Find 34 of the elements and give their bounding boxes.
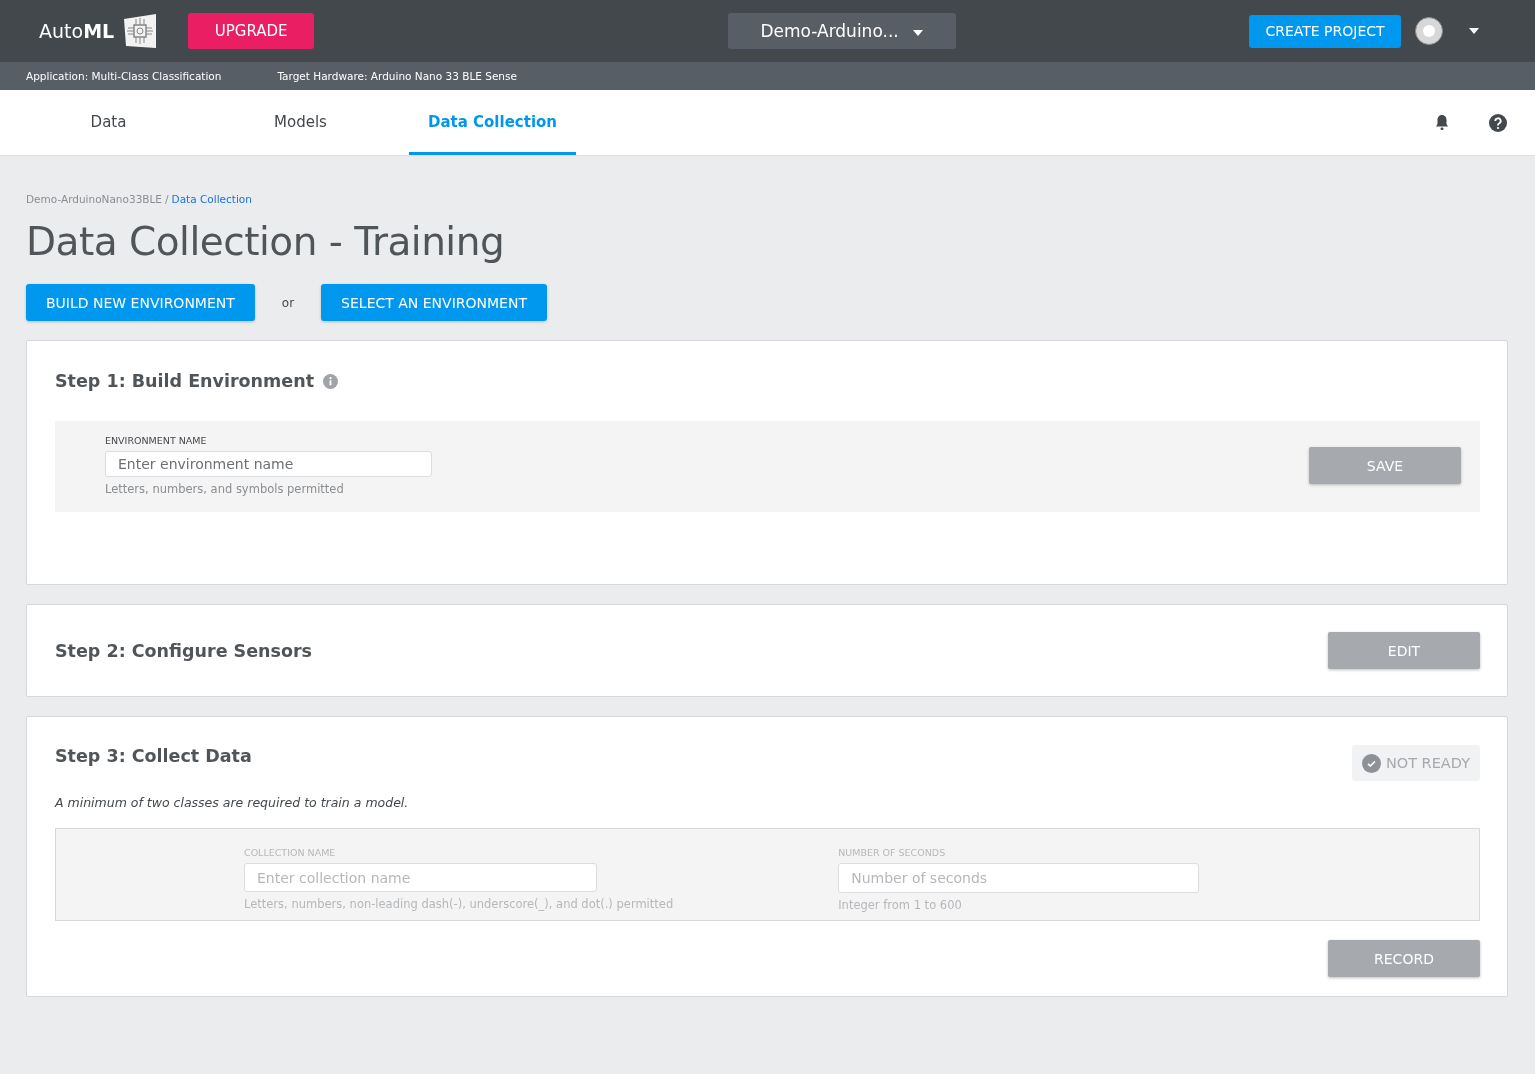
caret-icon[interactable]: [1469, 28, 1479, 34]
or-text: or: [281, 295, 295, 310]
step-title: Step 3: Collect Data: [55, 746, 252, 766]
breadcrumb-current: Data Collection: [171, 193, 252, 205]
check-icon: [1361, 753, 1381, 773]
status-badge: NOT READY: [1351, 745, 1480, 781]
build-environment-button[interactable]: BUILD NEW ENVIRONMENT: [26, 284, 255, 321]
note-text: A minimum of two classes are required to train a model.: [55, 795, 410, 810]
field-hint: Letters, numbers, and symbols permitted: [105, 482, 345, 496]
breadcrumb-link[interactable]: Demo-ArduinoNano33BLE: [26, 193, 162, 205]
logo-text: AutoML: [39, 20, 115, 42]
step-title: Step 1: Build Environment: [55, 371, 314, 391]
tab[interactable]: Data: [25, 90, 192, 155]
chip-logo-icon: [122, 13, 159, 49]
tab[interactable]: Data Collection: [409, 90, 576, 155]
field-hint: Letters, numbers, non-leading dash(-), underscore(_), and dot(.) permitted: [244, 897, 674, 911]
field-label: NUMBER OF SECONDS: [838, 847, 947, 858]
upgrade-button[interactable]: UPGRADE: [188, 13, 315, 49]
info-text: Application: Multi-Class Classification: [26, 70, 222, 82]
select-environment-button[interactable]: SELECT AN ENVIRONMENT: [321, 284, 547, 321]
step-title: Step 2: Configure Sensors: [55, 640, 312, 661]
create-project-button[interactable]: CREATE PROJECT: [1249, 14, 1401, 48]
help-icon[interactable]: [1489, 113, 1507, 132]
field-label: COLLECTION NAME: [244, 847, 337, 858]
field-label: ENVIRONMENT NAME: [105, 435, 208, 446]
project-dropdown[interactable]: Demo-Arduino...: [727, 13, 956, 49]
bell-icon[interactable]: [1435, 114, 1449, 131]
input-field[interactable]: Enter environment name: [105, 451, 432, 477]
breadcrumb-separator: /: [165, 193, 169, 205]
field-hint: Integer from 1 to 600: [838, 898, 963, 912]
avatar[interactable]: [1415, 17, 1443, 45]
info-text: Target Hardware: Arduino Nano 33 BLE Sense: [277, 70, 517, 82]
page-title: Data Collection - Training: [26, 219, 506, 264]
tab[interactable]: Models: [217, 90, 384, 155]
